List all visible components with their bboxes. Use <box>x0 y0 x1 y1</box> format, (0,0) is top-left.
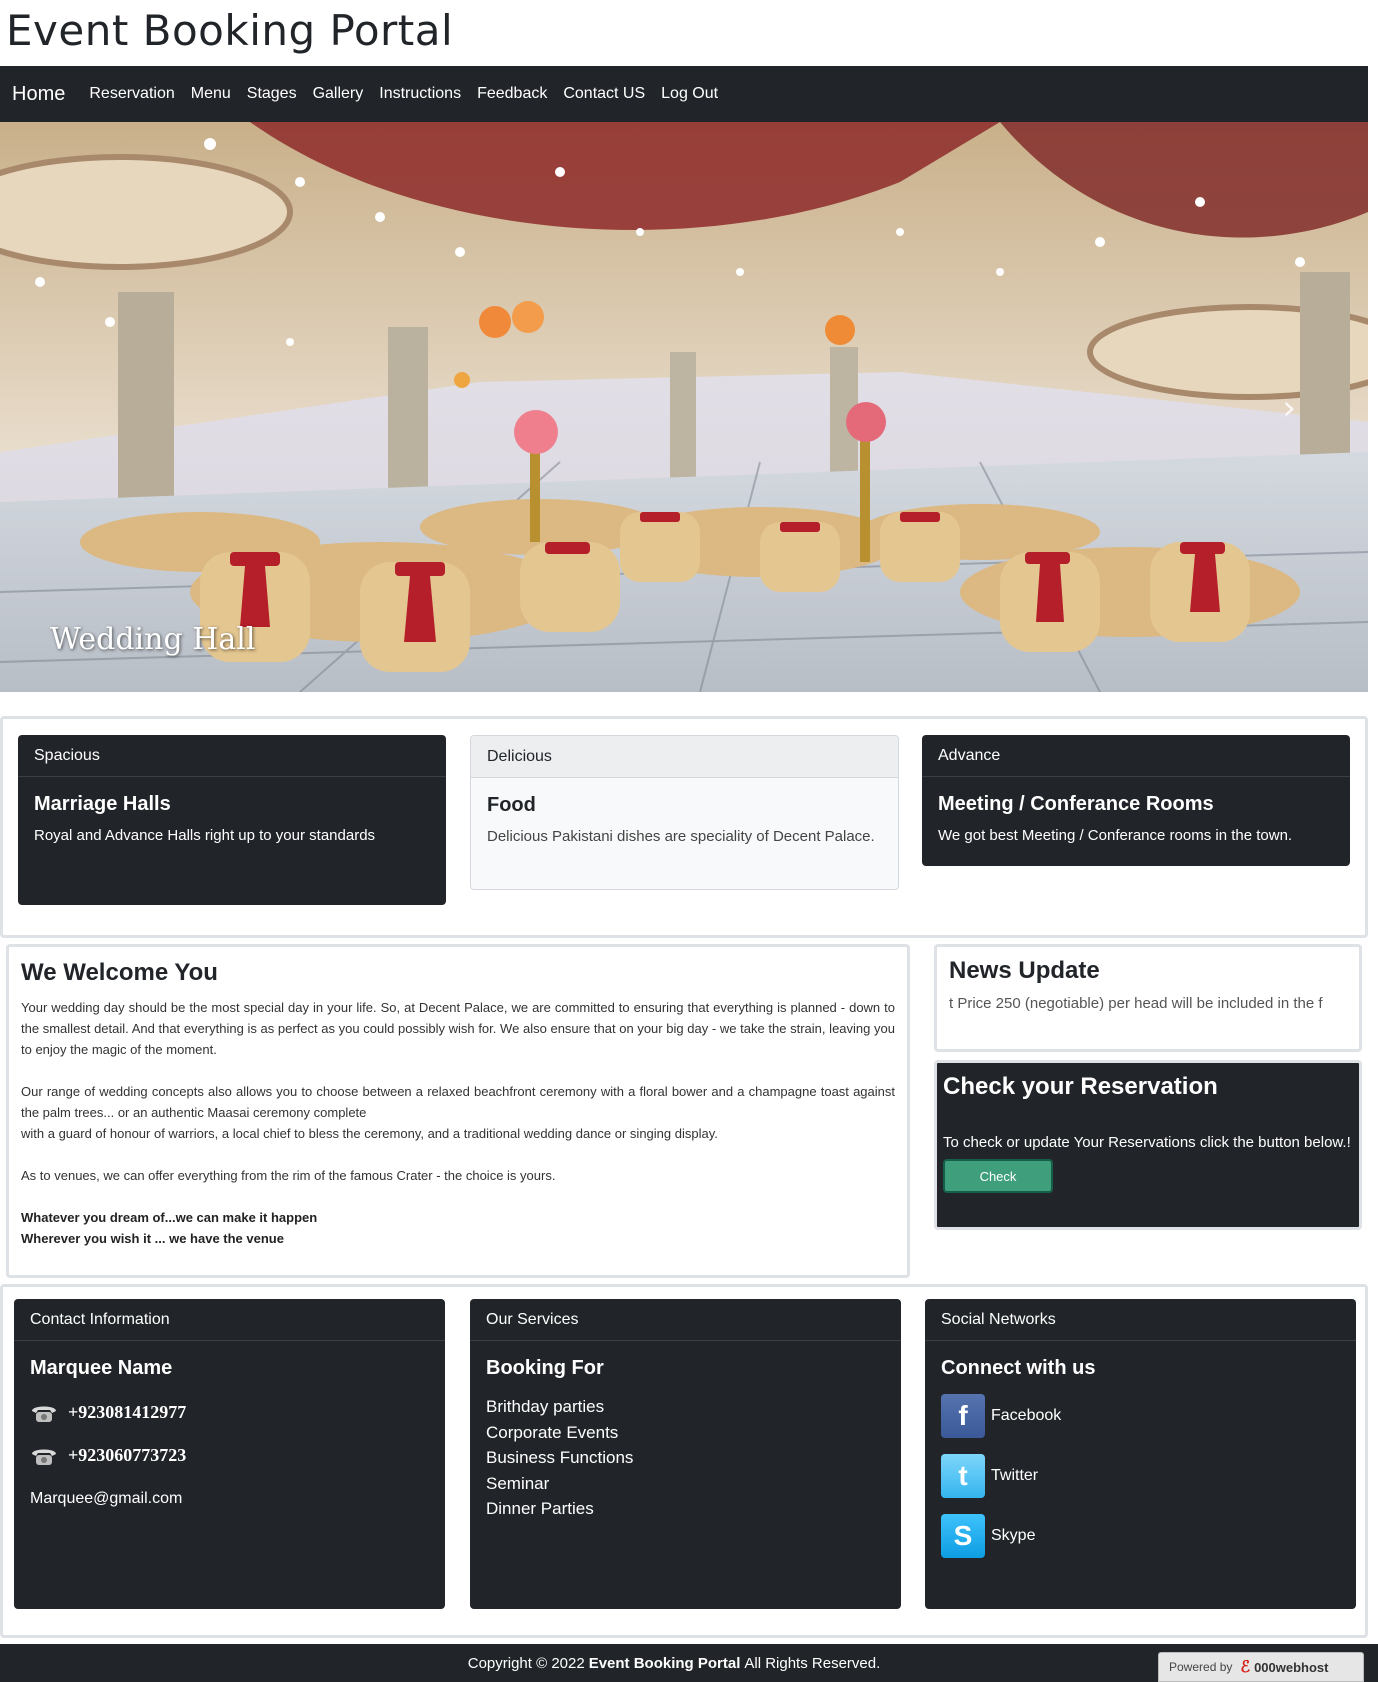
welcome-paragraph: with a guard of honour of warriors, a lo… <box>21 1126 718 1141</box>
nav-link-contact[interactable]: Contact US <box>563 85 645 103</box>
card-header: Our Services <box>470 1299 901 1341</box>
card-text: Delicious Pakistani dishes are specialit… <box>487 828 875 845</box>
webhost-logo-icon: ℰ <box>1240 1659 1251 1676</box>
facebook-icon[interactable]: f <box>941 1394 985 1438</box>
welcome-tagline: Whatever you dream of...we can make it h… <box>21 1210 318 1225</box>
card-text: Royal and Advance Halls right up to your… <box>34 827 376 844</box>
social-label[interactable]: Twitter <box>991 1467 1038 1485</box>
check-text: To check or update Your Reservations cli… <box>943 1134 1351 1151</box>
service-item: Dinner Parties <box>486 1499 594 1518</box>
nav-link-feedback[interactable]: Feedback <box>477 85 547 103</box>
welcome-paragraph: Our range of wedding concepts also allow… <box>21 1084 895 1120</box>
feature-card-meeting-rooms: Advance Meeting / Conferance Rooms We go… <box>922 735 1350 866</box>
copyright-suffix: All Rights Reserved. <box>744 1654 881 1672</box>
powered-by-badge[interactable]: Powered by ℰ 000webhost <box>1158 1652 1364 1682</box>
news-marquee-text: t Price 250 (negotiable) per head will b… <box>949 995 1323 1012</box>
welcome-paragraph: Your wedding day should be the most spec… <box>21 1000 895 1057</box>
nav-link-stages[interactable]: Stages <box>247 85 297 103</box>
welcome-section: We Welcome You Your wedding day should b… <box>6 944 910 1278</box>
nav-link-menu[interactable]: Menu <box>191 85 231 103</box>
nav-home-link[interactable]: Home <box>12 83 65 106</box>
welcome-tagline: Wherever you wish it ... we have the ven… <box>21 1231 284 1246</box>
card-title: Marriage Halls <box>34 793 171 815</box>
hero-banquet-hall-image <box>0 122 1368 692</box>
email-link[interactable]: Marquee@gmail.com <box>30 1490 429 1508</box>
hero-caption: Wedding Hall <box>50 622 256 657</box>
contact-card: Contact Information Marquee Name +923081… <box>14 1299 445 1609</box>
telephone-icon <box>32 1406 56 1422</box>
services-card: Our Services Booking For Brithday partie… <box>470 1299 901 1609</box>
twitter-icon[interactable]: t <box>941 1454 985 1498</box>
card-header: Delicious <box>471 736 898 778</box>
check-title: Check your Reservation <box>943 1073 1218 1100</box>
check-button[interactable]: Check <box>943 1159 1053 1193</box>
skype-icon[interactable]: S <box>941 1514 985 1558</box>
card-title: Marquee Name <box>30 1357 173 1379</box>
nav-link-logout[interactable]: Log Out <box>661 85 718 103</box>
social-link-facebook[interactable]: f Facebook <box>941 1394 1340 1438</box>
news-title: News Update <box>949 957 1100 984</box>
social-label[interactable]: Facebook <box>991 1407 1061 1425</box>
feature-card-halls: Spacious Marriage Halls Royal and Advanc… <box>18 735 446 905</box>
card-title: Connect with us <box>941 1357 1096 1379</box>
powered-brand: 000webhost <box>1254 1659 1329 1675</box>
nav-link-reservation[interactable]: Reservation <box>89 85 174 103</box>
welcome-paragraph: As to venues, we can offer everything fr… <box>21 1168 556 1183</box>
footer-info-section: Contact Information Marquee Name +923081… <box>0 1284 1368 1638</box>
copyright-prefix: Copyright © 2022 <box>467 1654 585 1672</box>
card-title: Meeting / Conferance Rooms <box>938 793 1214 815</box>
carousel-next-icon[interactable]: › <box>1282 388 1296 428</box>
card-header: Advance <box>922 735 1350 777</box>
nav-link-gallery[interactable]: Gallery <box>313 85 364 103</box>
service-item: Business Functions <box>486 1448 634 1467</box>
phone-line: +923081412977 <box>30 1402 429 1423</box>
social-link-twitter[interactable]: t Twitter <box>941 1454 1340 1498</box>
phone-number[interactable]: +923060773723 <box>68 1445 186 1466</box>
welcome-title: We Welcome You <box>21 959 218 986</box>
card-text: We got best Meeting / Conferance rooms i… <box>938 827 1293 844</box>
site-title: Event Booking Portal <box>6 6 454 55</box>
phone-number[interactable]: +923081412977 <box>68 1402 186 1423</box>
features-section: Spacious Marriage Halls Royal and Advanc… <box>0 716 1368 938</box>
hero-carousel: Wedding Hall › <box>0 122 1368 692</box>
copyright-site-name: Event Booking Portal <box>588 1654 741 1672</box>
card-header: Spacious <box>18 735 446 777</box>
card-title: Booking For <box>486 1357 604 1379</box>
service-item: Brithday parties <box>486 1397 605 1416</box>
card-header: Contact Information <box>14 1299 445 1341</box>
social-link-skype[interactable]: S Skype <box>941 1514 1340 1558</box>
phone-line: +923060773723 <box>30 1445 429 1466</box>
telephone-icon <box>32 1449 56 1465</box>
news-update-box: News Update t Price 250 (negotiable) per… <box>934 944 1362 1052</box>
card-header: Social Networks <box>925 1299 1356 1341</box>
service-item: Corporate Events <box>486 1422 619 1442</box>
main-navbar: Home Reservation Menu Stages Gallery Ins… <box>0 66 1368 122</box>
social-card: Social Networks Connect with us f Facebo… <box>925 1299 1356 1609</box>
card-title: Food <box>487 794 536 816</box>
feature-card-food: Delicious Food Delicious Pakistani dishe… <box>470 735 899 890</box>
nav-link-instructions[interactable]: Instructions <box>379 85 461 103</box>
powered-label: Powered by <box>1169 1660 1233 1674</box>
social-label[interactable]: Skype <box>991 1527 1035 1545</box>
check-reservation-box: Check your Reservation To check or updat… <box>934 1060 1362 1230</box>
service-item: Seminar <box>486 1473 550 1493</box>
